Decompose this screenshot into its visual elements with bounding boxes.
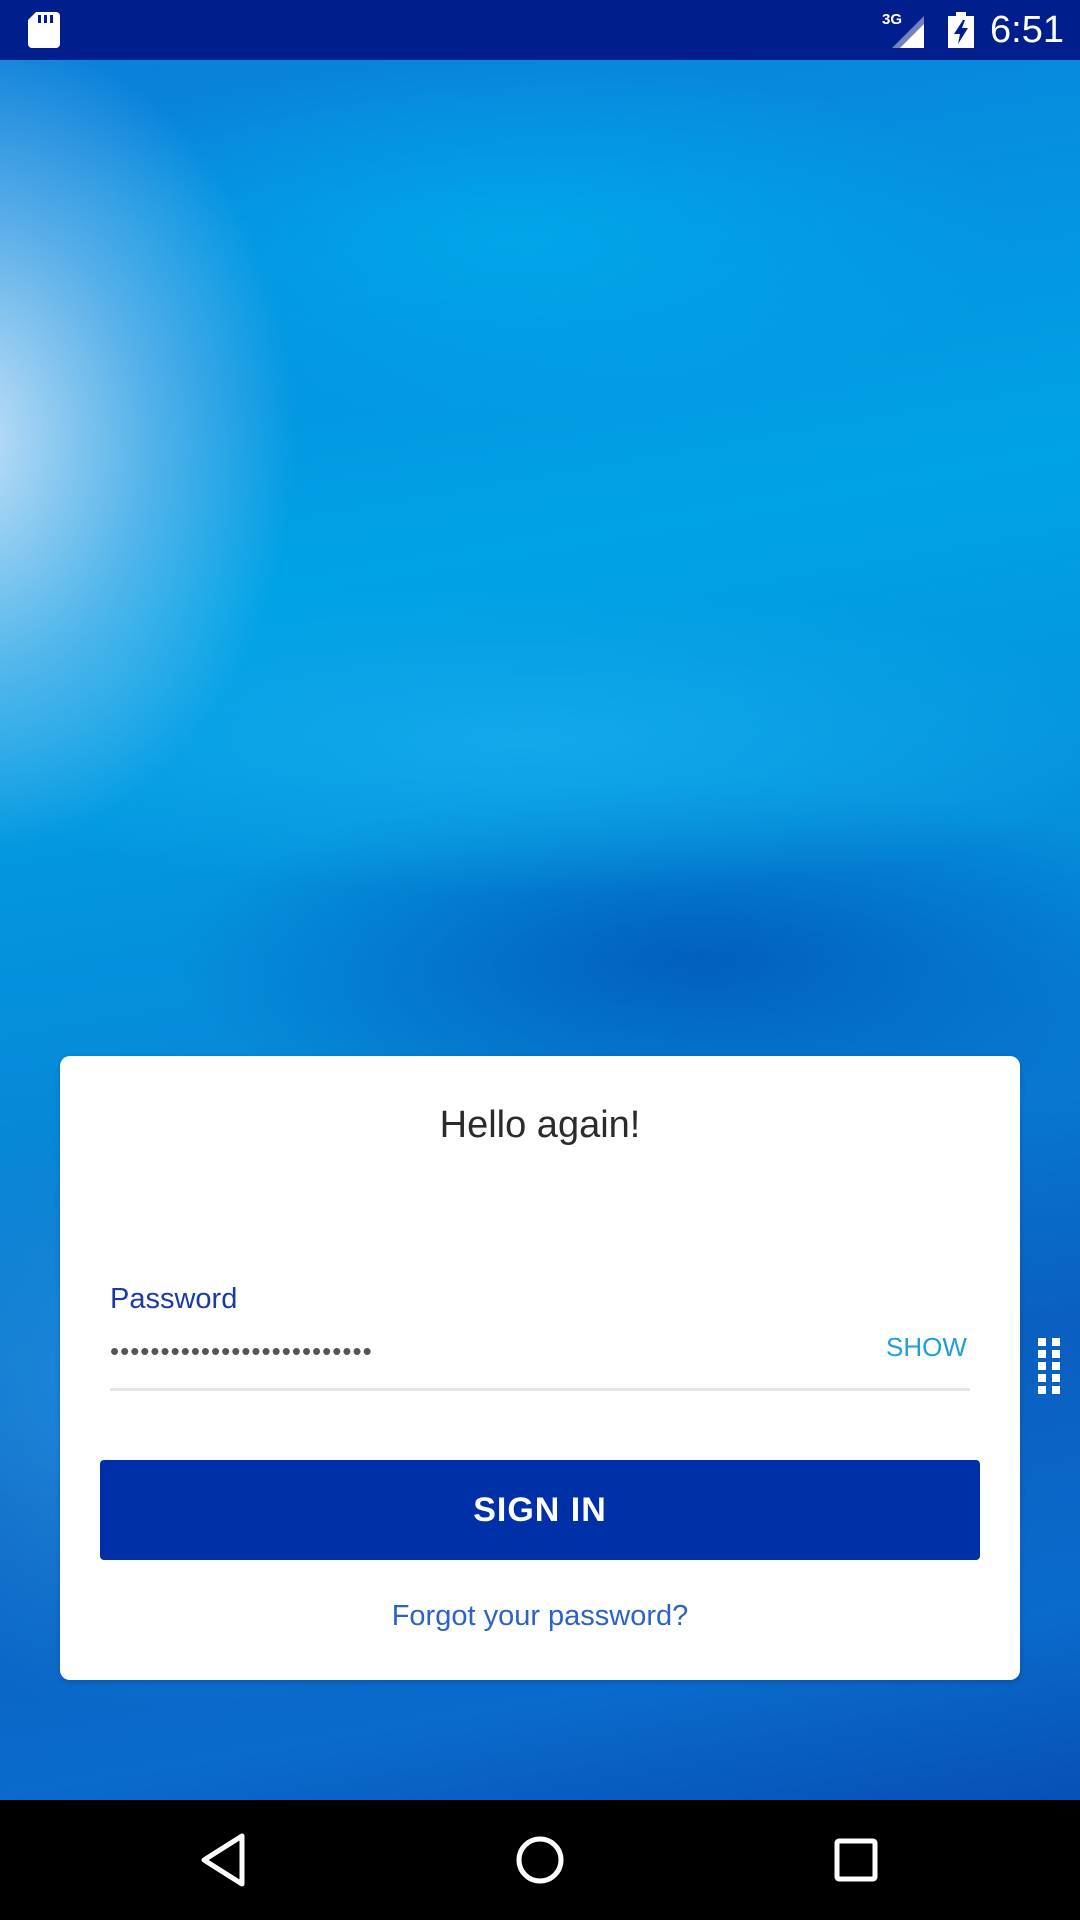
greeting-title: Hello again! [439,1104,641,1146]
password-label: Password [110,1283,238,1315]
sd-card-icon [28,12,60,48]
navigation-bar [0,1800,1080,1920]
signal-icon: 3G [882,11,924,48]
battery-charging-icon [948,12,974,48]
home-icon[interactable] [510,1830,570,1890]
login-screen: 3G 6:51 Hello again! Password ••••••••••… [0,0,1080,1920]
network-type-label: 3G [882,11,902,28]
password-underline [110,1388,970,1391]
password-input[interactable]: •••••••••••••••••••••••••• [110,1334,850,1368]
sign-in-button[interactable]: SIGN IN [100,1460,980,1560]
show-password-button[interactable]: SHOW [886,1330,967,1364]
drag-handle-icon[interactable] [1036,1336,1062,1398]
recents-icon[interactable] [826,1830,886,1890]
forgot-password-link[interactable]: Forgot your password? [60,1598,1020,1634]
status-time: 6:51 [990,9,1064,51]
status-bar: 3G 6:51 [0,0,1080,60]
login-card: Hello again! Password ••••••••••••••••••… [60,1056,1020,1680]
back-icon[interactable] [196,1830,256,1890]
